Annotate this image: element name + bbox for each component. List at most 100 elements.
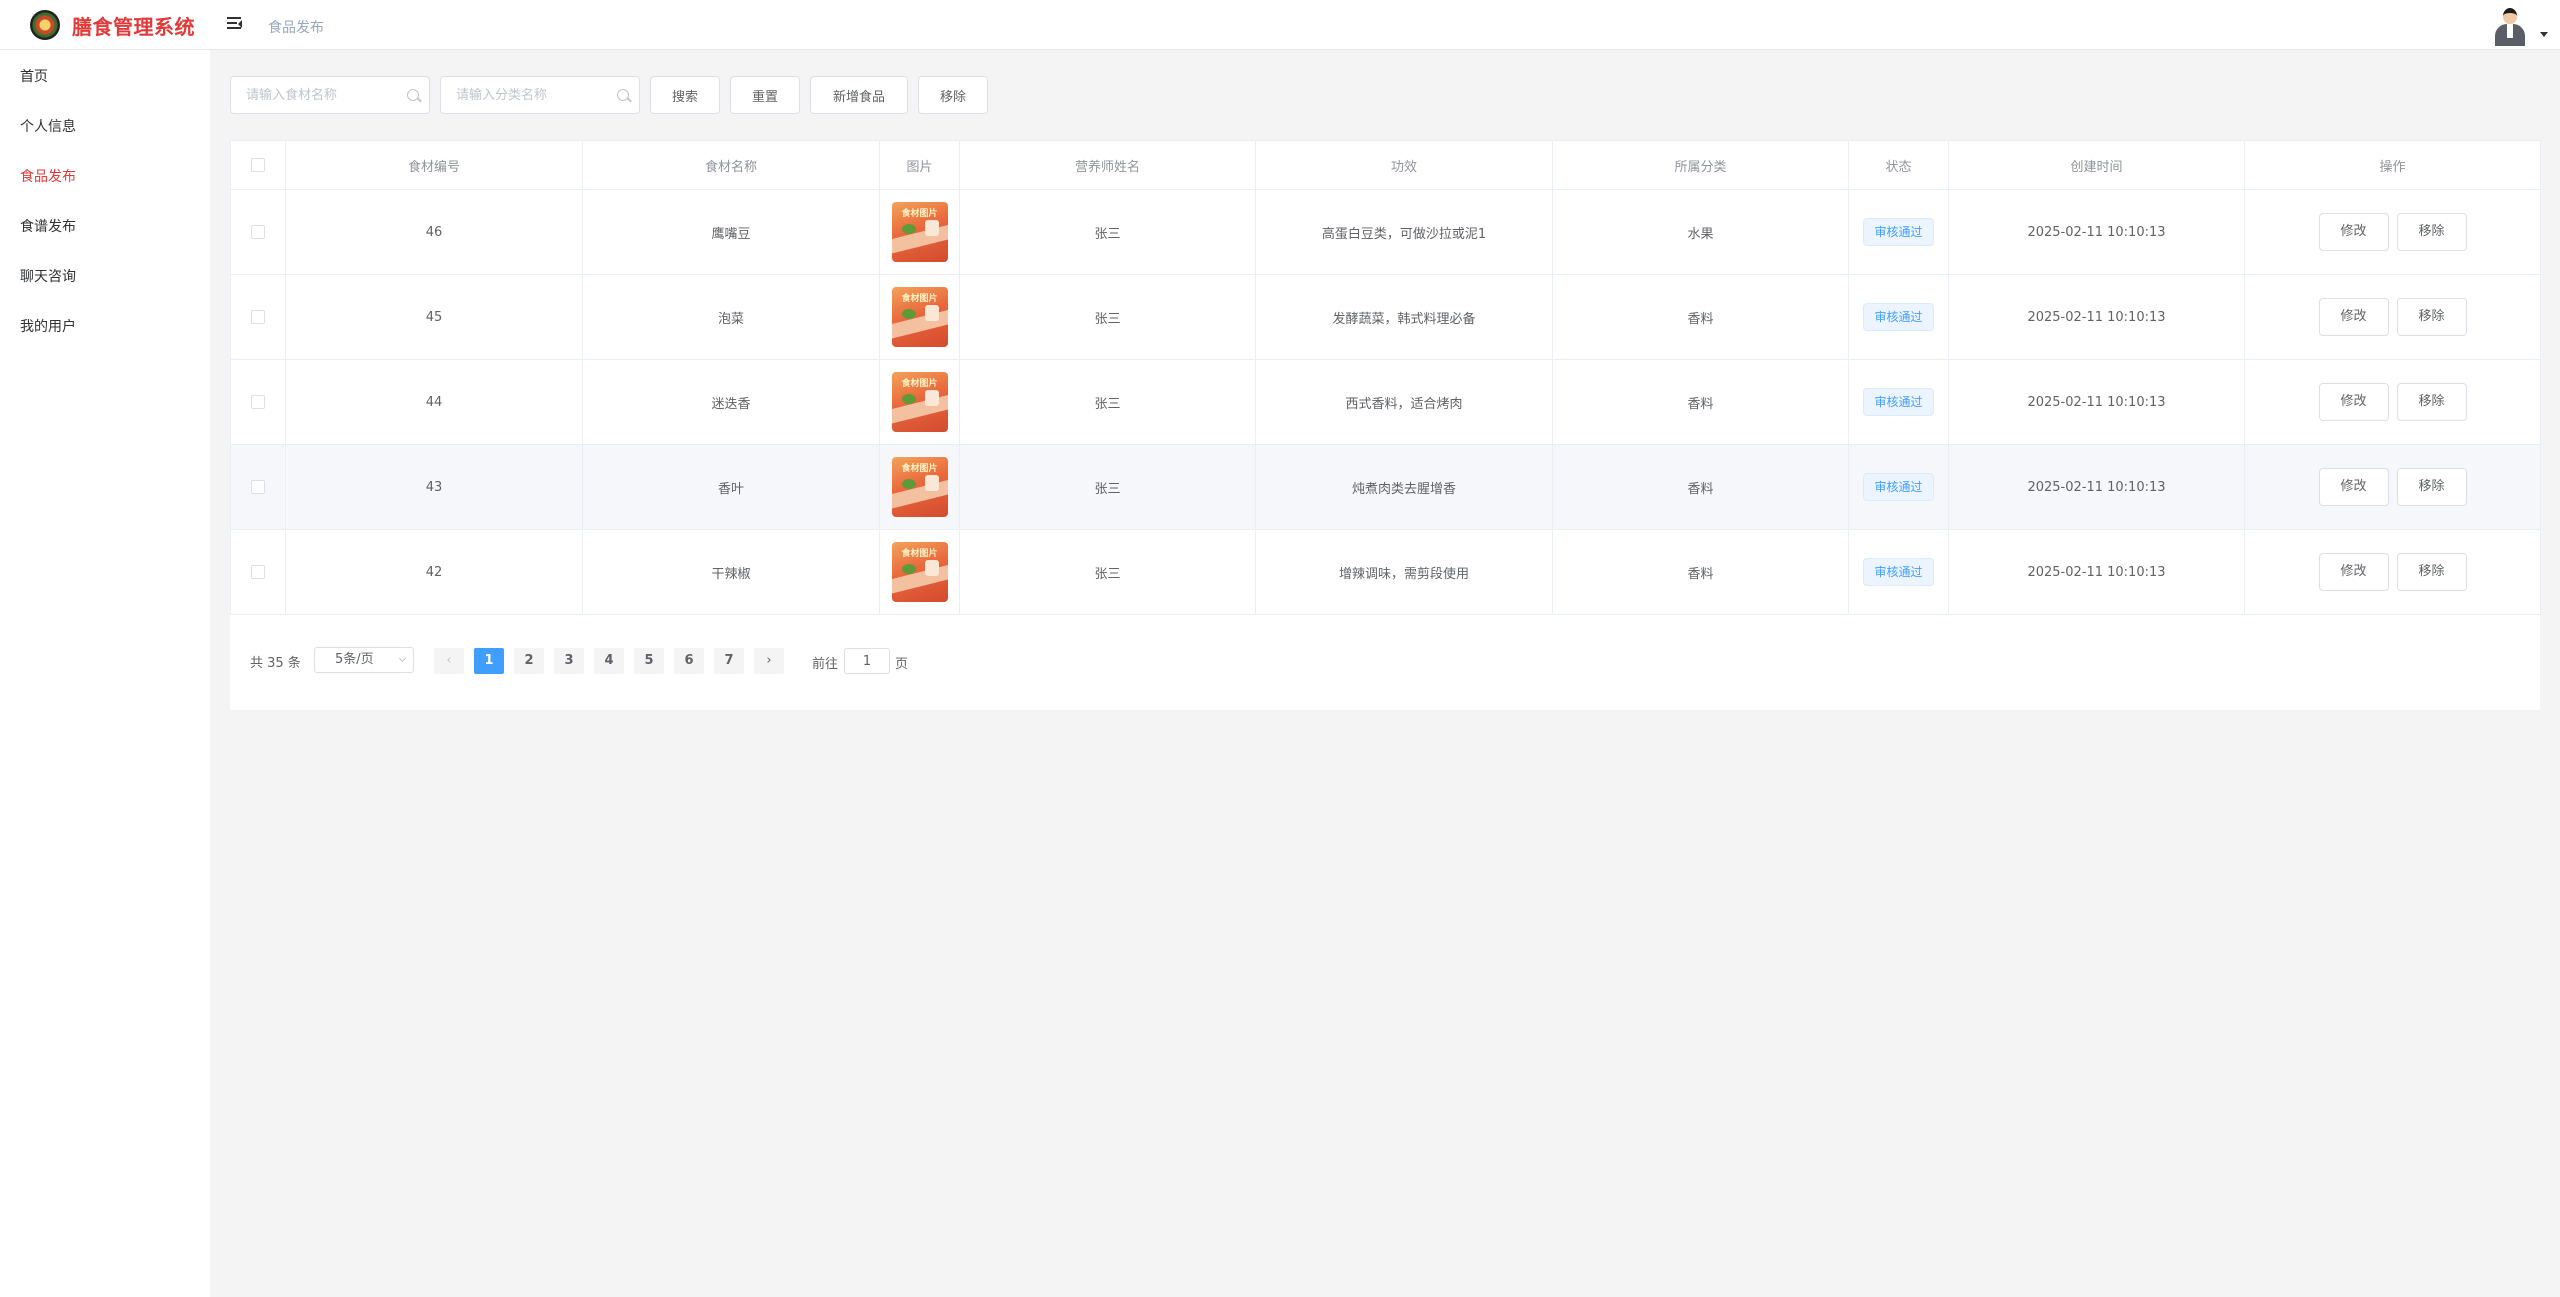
select-all-cell[interactable]: [230, 140, 286, 190]
sidebar-item-home[interactable]: 首页: [20, 66, 48, 86]
cell-category: 香料: [1552, 444, 1849, 530]
cell-id: 42: [285, 529, 583, 615]
top-header: 膳食管理系统 食品发布: [0, 0, 2560, 50]
prev-page-button[interactable]: ‹: [434, 648, 464, 674]
name-search-input[interactable]: [231, 77, 401, 113]
cell-effect: 炖煮肉类去腥增香: [1255, 444, 1553, 530]
cell-nutritionist: 张三: [959, 529, 1256, 615]
sidebar-item-my-users[interactable]: 我的用户: [20, 316, 76, 336]
search-button[interactable]: 搜索: [650, 76, 720, 114]
cell-id: 45: [285, 274, 583, 360]
name-search-field[interactable]: [230, 76, 430, 114]
cell-effect: 发酵蔬菜，韩式料理必备: [1255, 274, 1553, 360]
column-header: 操作: [2244, 140, 2541, 190]
cell-nutritionist: 张三: [959, 274, 1256, 360]
delete-button[interactable]: 移除: [2396, 298, 2467, 336]
edit-button[interactable]: 修改: [2318, 553, 2389, 591]
page-button-6[interactable]: 6: [674, 648, 704, 674]
food-image[interactable]: 食材图片: [891, 372, 948, 432]
sidebar-item-profile[interactable]: 个人信息: [20, 116, 76, 136]
page-size-select[interactable]: 5条/页: [314, 647, 414, 673]
column-header: 营养师姓名: [959, 140, 1256, 190]
page-size-value: 5条/页: [335, 652, 374, 667]
cell-category: 香料: [1552, 529, 1849, 615]
food-image[interactable]: 食材图片: [891, 287, 948, 347]
cell-category: 香料: [1552, 274, 1849, 360]
cell-created: 2025-02-11 10:10:13: [1948, 189, 2245, 275]
column-header: 功效: [1255, 140, 1553, 190]
status-badge: 审核通过: [1863, 473, 1934, 501]
caret-down-icon[interactable]: [2540, 32, 2548, 37]
cell-name: 干辣椒: [582, 529, 880, 615]
column-header: 所属分类: [1552, 140, 1849, 190]
cell-name: 迷迭香: [582, 359, 880, 445]
chevron-down-icon: [398, 654, 407, 663]
page-button-5[interactable]: 5: [634, 648, 664, 674]
food-image[interactable]: 食材图片: [891, 457, 948, 517]
category-search-input[interactable]: [441, 77, 611, 113]
status-badge: 审核通过: [1863, 388, 1934, 416]
edit-button[interactable]: 修改: [2318, 298, 2389, 336]
select-all-checkbox[interactable]: [251, 158, 265, 172]
page-button-3[interactable]: 3: [554, 648, 584, 674]
page-button-2[interactable]: 2: [514, 648, 544, 674]
delete-button[interactable]: 移除: [2396, 553, 2467, 591]
cell-effect: 高蛋白豆类，可做沙拉或泥1: [1255, 189, 1553, 275]
breadcrumb[interactable]: 食品发布: [268, 17, 324, 37]
pagination: 共 35 条 5条/页 ‹ 1 2 3 4 5 6 7 › 前往 页: [230, 640, 1030, 680]
cell-id: 44: [285, 359, 583, 445]
add-food-button[interactable]: 新增食品: [810, 76, 908, 114]
category-search-field[interactable]: [440, 76, 640, 114]
avatar[interactable]: [2493, 6, 2527, 46]
goto-suffix: 页: [895, 657, 909, 672]
table-row: 42 干辣椒 食材图片 张三 增辣调味，需剪段使用 香料 审核通过 2025-0…: [230, 529, 2541, 615]
cell-name: 香叶: [582, 444, 880, 530]
delete-button[interactable]: 移除: [2396, 213, 2467, 251]
page-button-7[interactable]: 7: [714, 648, 744, 674]
table-row: 43 香叶 食材图片 张三 炖煮肉类去腥增香 香料 审核通过 2025-02-1…: [230, 444, 2541, 530]
cell-category: 香料: [1552, 359, 1849, 445]
cell-created: 2025-02-11 10:10:13: [1948, 529, 2245, 615]
page-button-4[interactable]: 4: [594, 648, 624, 674]
column-header: 食材编号: [285, 140, 583, 190]
delete-button[interactable]: 移除: [2396, 383, 2467, 421]
delete-button[interactable]: 移除: [2396, 468, 2467, 506]
food-table-card: 食材编号 食材名称 图片 营养师姓名 功效 所属分类 状态 创建时间 操作 46…: [230, 140, 2541, 710]
edit-button[interactable]: 修改: [2318, 383, 2389, 421]
column-header: 图片: [879, 140, 960, 190]
cell-name: 鹰嘴豆: [582, 189, 880, 275]
sidebar: 首页 个人信息 食品发布 食谱发布 聊天咨询 我的用户: [0, 50, 210, 1297]
menu-toggle-icon[interactable]: [225, 14, 245, 34]
row-checkbox[interactable]: [251, 480, 265, 494]
table-header-row: 食材编号 食材名称 图片 营养师姓名 功效 所属分类 状态 创建时间 操作: [230, 140, 2541, 190]
table-row: 44 迷迭香 食材图片 张三 西式香料，适合烤肉 香料 审核通过 2025-02…: [230, 359, 2541, 445]
sidebar-item-chat[interactable]: 聊天咨询: [20, 266, 76, 286]
edit-button[interactable]: 修改: [2318, 213, 2389, 251]
app-logo: [30, 10, 60, 40]
table-row: 45 泡菜 食材图片 张三 发酵蔬菜，韩式料理必备 香料 审核通过 2025-0…: [230, 274, 2541, 360]
row-checkbox[interactable]: [251, 395, 265, 409]
cell-id: 46: [285, 189, 583, 275]
cell-nutritionist: 张三: [959, 359, 1256, 445]
cell-created: 2025-02-11 10:10:13: [1948, 359, 2245, 445]
edit-button[interactable]: 修改: [2318, 468, 2389, 506]
goto-page-input[interactable]: [844, 648, 890, 674]
page-button-1[interactable]: 1: [474, 648, 504, 674]
sidebar-item-recipe-publish[interactable]: 食谱发布: [20, 216, 76, 236]
row-checkbox[interactable]: [251, 310, 265, 324]
row-checkbox[interactable]: [251, 225, 265, 239]
row-checkbox[interactable]: [251, 565, 265, 579]
goto-label: 前往: [812, 657, 839, 672]
next-page-button[interactable]: ›: [754, 648, 784, 674]
search-icon: [407, 89, 419, 101]
reset-button[interactable]: 重置: [730, 76, 800, 114]
sidebar-item-food-publish[interactable]: 食品发布: [20, 166, 76, 186]
food-image[interactable]: 食材图片: [891, 542, 948, 602]
cell-effect: 增辣调味，需剪段使用: [1255, 529, 1553, 615]
food-image[interactable]: 食材图片: [891, 202, 948, 262]
cell-nutritionist: 张三: [959, 189, 1256, 275]
cell-nutritionist: 张三: [959, 444, 1256, 530]
status-badge: 审核通过: [1863, 218, 1934, 246]
table-row: 46 鹰嘴豆 食材图片 张三 高蛋白豆类，可做沙拉或泥1 水果 审核通过 202…: [230, 189, 2541, 275]
bulk-remove-button[interactable]: 移除: [918, 76, 988, 114]
